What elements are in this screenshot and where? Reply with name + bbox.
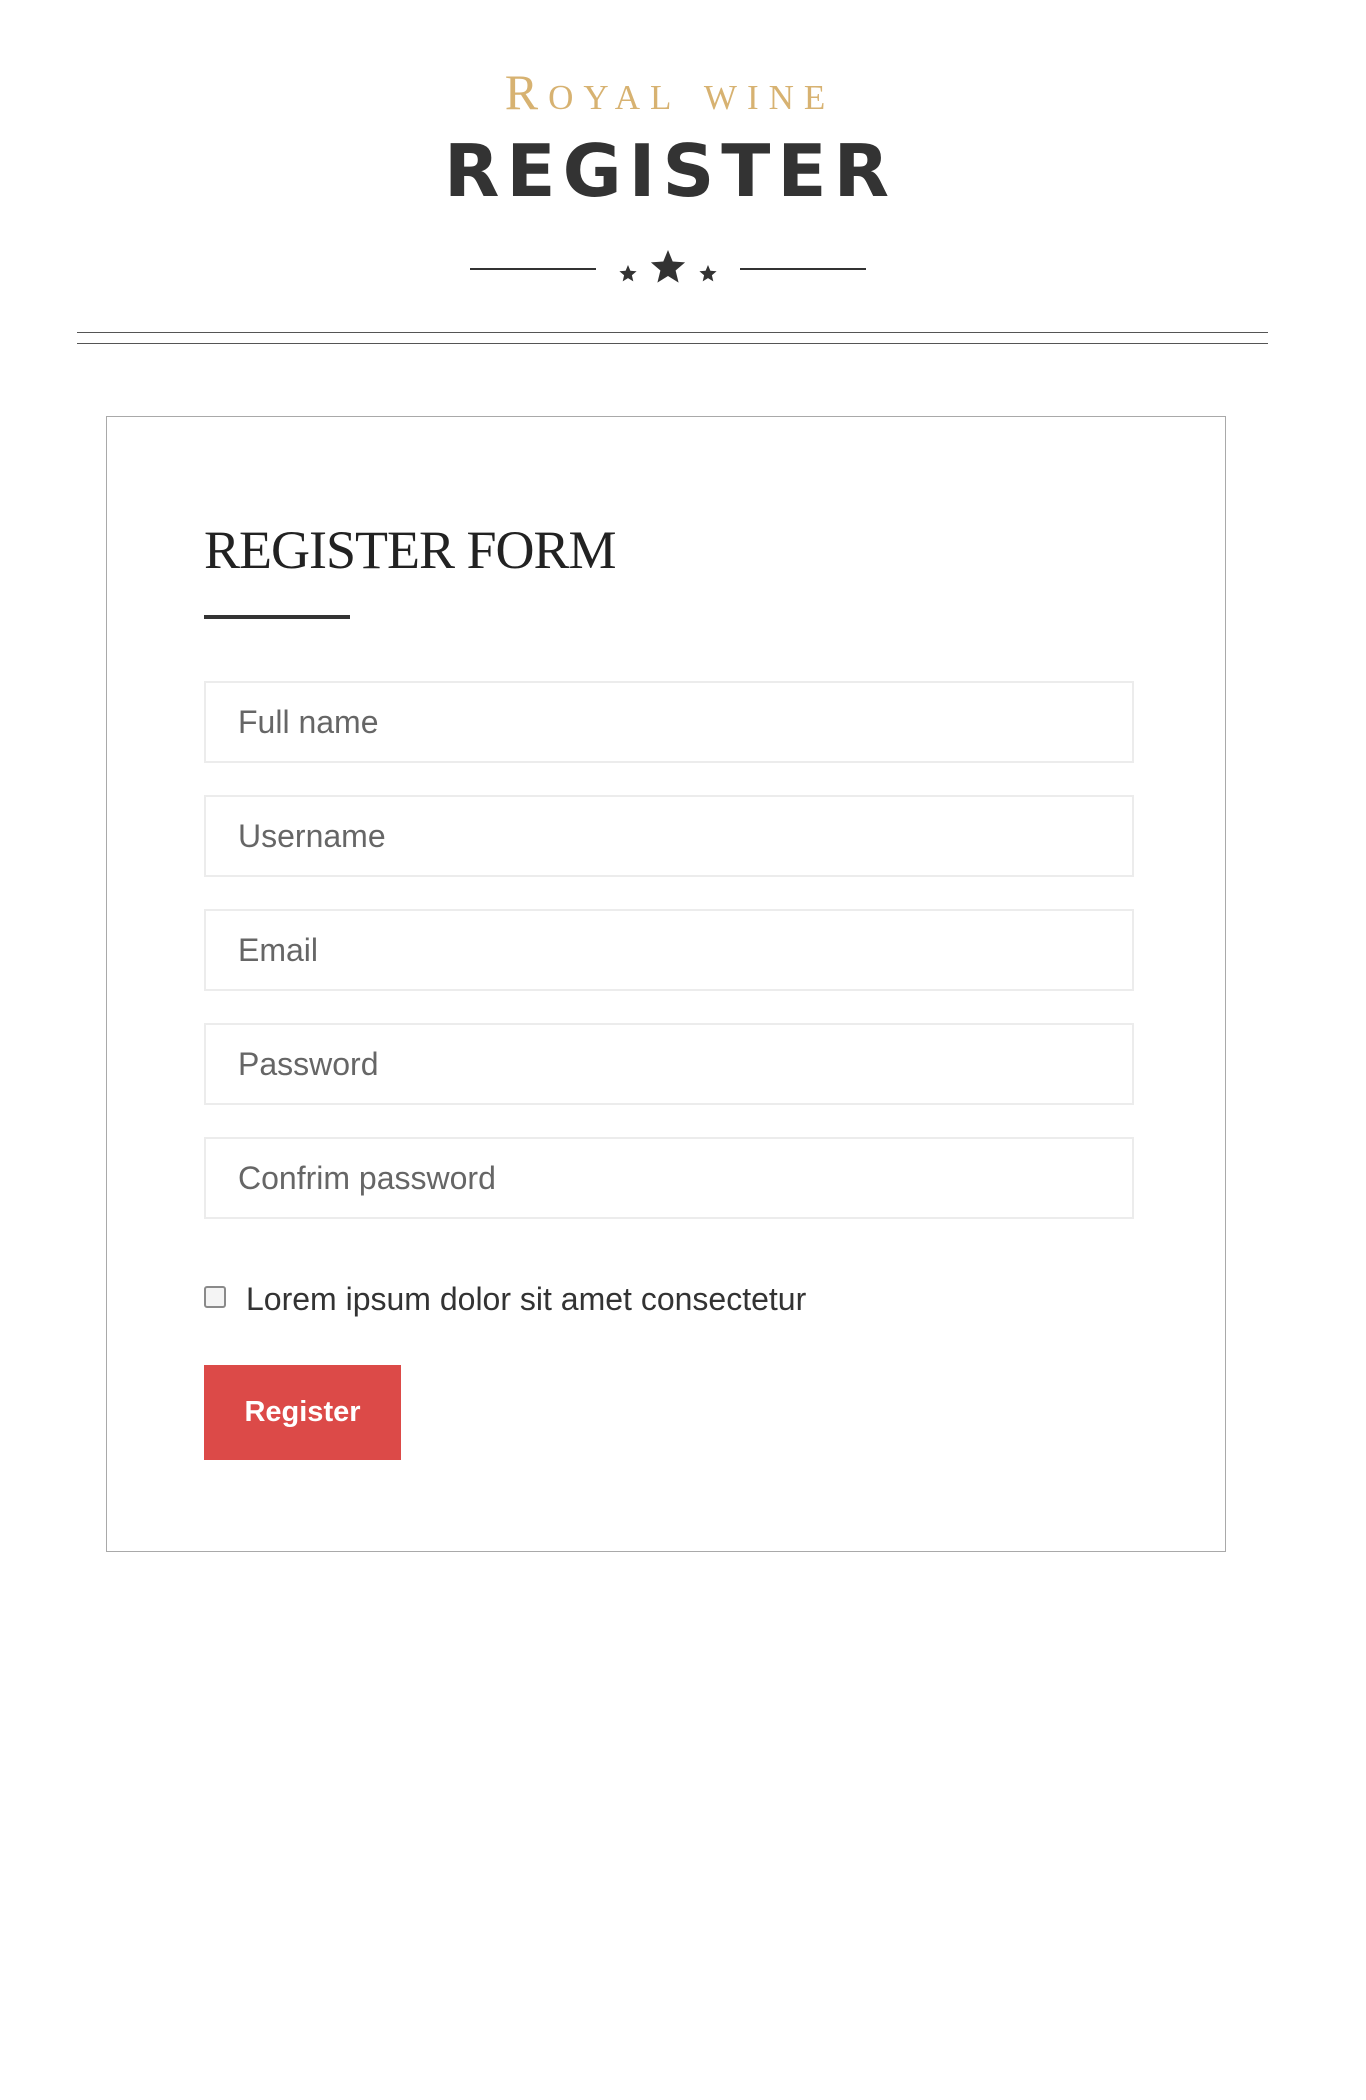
agree-row[interactable]: Lorem ipsum dolor sit amet consectetur — [204, 1277, 806, 1321]
page-title: REGISTER — [443, 129, 897, 213]
form-heading-underline — [204, 615, 350, 619]
agree-checkbox[interactable] — [204, 1286, 226, 1308]
full-name-input[interactable] — [204, 681, 1134, 763]
email-input[interactable] — [204, 909, 1134, 991]
username-input[interactable] — [204, 795, 1134, 877]
agree-label: Lorem ipsum dolor sit amet consectetur — [246, 1280, 807, 1317]
stars-divider-icon — [470, 250, 866, 283]
brand-name: Royal wine — [504, 64, 836, 120]
confirm-password-input[interactable] — [204, 1137, 1134, 1219]
header-divider-bottom — [77, 343, 1268, 344]
register-button[interactable]: Register — [204, 1365, 401, 1460]
register-form: REGISTER FORM Lorem ipsum dolor sit amet… — [106, 416, 1226, 1552]
form-heading: REGISTER FORM — [204, 520, 617, 580]
header-divider-top — [77, 332, 1268, 333]
password-input[interactable] — [204, 1023, 1134, 1105]
